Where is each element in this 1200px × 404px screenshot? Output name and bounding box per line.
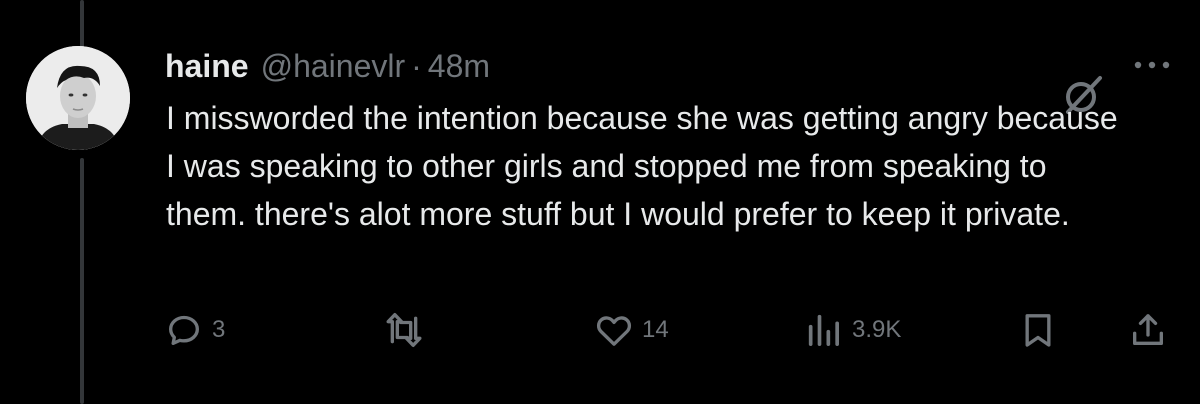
separator-dot: ·: [411, 47, 422, 84]
like-count: 14: [642, 316, 669, 343]
tweet-text: I missworded the intention because she w…: [166, 100, 1118, 232]
tweet-header: haine @hainevlr · 48m: [165, 44, 490, 88]
views-button[interactable]: 3.9K: [804, 308, 901, 352]
share-button[interactable]: [1128, 308, 1168, 352]
user-handle[interactable]: @hainevlr: [261, 48, 406, 85]
avatar-photo: [26, 46, 130, 150]
views-count: 3.9K: [852, 316, 902, 343]
share-icon: [1133, 314, 1163, 345]
retweet-icon: [386, 313, 422, 347]
thread-line-bottom: [80, 158, 84, 404]
display-name[interactable]: haine: [165, 48, 249, 85]
like-button[interactable]: 14: [594, 308, 669, 352]
bookmark-button[interactable]: [1018, 308, 1058, 352]
retweet-button[interactable]: [382, 308, 426, 352]
reply-icon: [169, 315, 199, 345]
views-icon: [808, 314, 839, 346]
avatar[interactable]: [26, 46, 130, 150]
reply-button[interactable]: 3: [164, 308, 225, 352]
timestamp[interactable]: 48m: [428, 48, 490, 85]
more-icon[interactable]: [1130, 50, 1174, 80]
thread-line-top: [80, 0, 84, 48]
reply-count: 3: [212, 316, 226, 343]
heart-icon: [596, 316, 632, 346]
bookmark-icon: [1025, 314, 1051, 347]
